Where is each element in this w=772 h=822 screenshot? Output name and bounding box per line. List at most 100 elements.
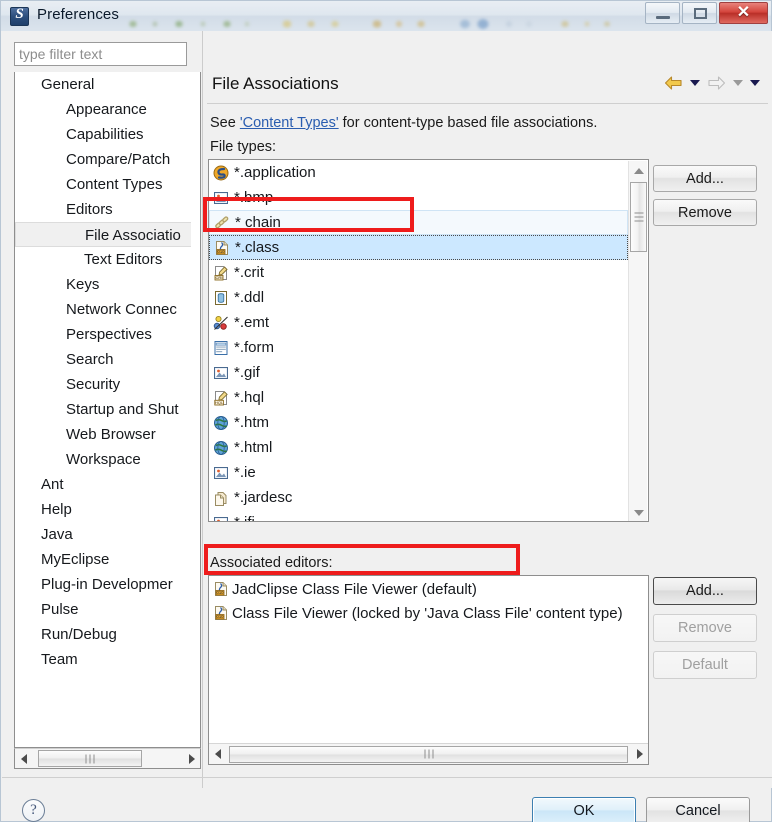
ok-button[interactable]: OK: [532, 797, 636, 822]
sidebar-item-network-connec[interactable]: Network Connec: [15, 297, 200, 322]
sidebar-item-security[interactable]: Security: [15, 372, 200, 397]
editors-horizontal-scrollbar[interactable]: [209, 743, 648, 764]
sidebar-item-startup-and-shut[interactable]: Startup and Shut: [15, 397, 200, 422]
minimize-button[interactable]: [645, 2, 680, 24]
sidebar-item-editors[interactable]: Editors: [15, 197, 200, 222]
sidebar-item-ant[interactable]: Ant: [15, 472, 200, 497]
content-types-link[interactable]: 'Content Types': [240, 115, 339, 131]
sidebar-item-search[interactable]: Search: [15, 347, 200, 372]
default-editor-button: Default: [653, 651, 757, 679]
image-icon: [213, 365, 229, 381]
sidebar-item-team[interactable]: Team: [15, 647, 200, 672]
content-types-description: See 'Content Types' for content-type bas…: [210, 115, 597, 131]
sidebar-item-text-editors[interactable]: Text Editors: [15, 247, 200, 272]
sidebar-item-label: Help: [41, 501, 72, 518]
jar-description-icon: [213, 490, 229, 506]
scroll-right-arrow-icon[interactable]: [183, 749, 200, 768]
add-editor-button[interactable]: Add...: [653, 577, 757, 605]
file-type-row[interactable]: HQL *.hql: [209, 385, 629, 410]
file-types-scroll-thumb[interactable]: [630, 182, 647, 252]
back-dropdown-chevron-down-icon[interactable]: [690, 80, 700, 86]
tree-scroll-thumb[interactable]: [38, 750, 142, 767]
file-type-row[interactable]: *.ie: [209, 460, 629, 485]
back-arrow-icon[interactable]: [664, 75, 683, 91]
sidebar-item-label: Workspace: [66, 451, 141, 468]
dialog-body: General Appearance Capabilities Compare/Pat…: [0, 31, 772, 822]
sidebar-item-label: Startup and Shut: [66, 401, 179, 418]
window-title: Preferences: [37, 6, 119, 23]
close-button[interactable]: ✕: [719, 2, 768, 24]
view-menu-chevron-down-icon[interactable]: [750, 80, 760, 86]
class-file-icon: 010: [214, 240, 230, 256]
sidebar-item-java[interactable]: Java: [15, 522, 200, 547]
sidebar-item-content-types[interactable]: Content Types: [15, 172, 200, 197]
sidebar-item-perspectives[interactable]: Perspectives: [15, 322, 200, 347]
tree-scroll-track[interactable]: [142, 749, 183, 768]
sidebar-item-appearance[interactable]: Appearance: [15, 97, 200, 122]
sidebar-item-file-associatio[interactable]: File Associatio: [15, 222, 191, 247]
remove-file-type-button[interactable]: Remove: [653, 199, 757, 226]
file-type-row[interactable]: *.ddl: [209, 285, 629, 310]
sidebar-item-label: Text Editors: [84, 251, 163, 268]
description-suffix: for content-type based file associations…: [338, 115, 598, 131]
associated-editors-label: Associated editors:: [210, 555, 333, 571]
title-bar: S Preferences ✕: [0, 0, 772, 32]
image-icon: [213, 465, 229, 481]
file-type-label: *.emt: [234, 314, 270, 331]
scroll-left-arrow-icon[interactable]: [15, 749, 32, 768]
file-type-row[interactable]: *.jfi: [209, 510, 629, 521]
associated-editor-row[interactable]: 010 JadClipse Class File Viewer (default): [209, 577, 648, 601]
sidebar-item-compare-patch[interactable]: Compare/Patch: [15, 147, 200, 172]
sidebar-item-help[interactable]: Help: [15, 497, 200, 522]
file-type-row[interactable]: *.emt: [209, 310, 629, 335]
add-file-type-button[interactable]: Add...: [653, 165, 757, 192]
file-type-row[interactable]: * chain: [209, 210, 628, 235]
file-type-row[interactable]: *.form: [209, 335, 629, 360]
sidebar-item-label: Security: [66, 376, 121, 393]
svg-text:CRI: CRI: [216, 275, 223, 280]
sidebar-item-plug-in-developmer[interactable]: Plug-in Developmer: [15, 572, 200, 597]
associated-editor-row[interactable]: 010 Class File Viewer (locked by 'Java Cl…: [209, 601, 648, 625]
file-types-list[interactable]: *.application *.bmp * chain 010 *.class CRI *.…: [208, 159, 649, 522]
file-types-vertical-scrollbar[interactable]: [628, 161, 648, 521]
file-type-row[interactable]: *.htm: [209, 410, 629, 435]
editors-scroll-thumb[interactable]: [229, 745, 628, 763]
file-type-label: *.bmp: [234, 189, 274, 206]
sidebar-item-capabilities[interactable]: Capabilities: [15, 122, 200, 147]
sidebar-item-label: Capabilities: [66, 126, 144, 143]
svg-text:010: 010: [217, 590, 225, 595]
help-icon[interactable]: ?: [22, 799, 45, 822]
file-type-label: *.hql: [234, 389, 265, 406]
scroll-down-arrow-icon[interactable]: [629, 503, 648, 521]
filter-input[interactable]: [14, 42, 187, 66]
sidebar-item-keys[interactable]: Keys: [15, 272, 200, 297]
file-type-row[interactable]: *.gif: [209, 360, 629, 385]
cancel-button[interactable]: Cancel: [646, 797, 750, 822]
associated-editors-list[interactable]: 010 JadClipse Class File Viewer (default)…: [208, 575, 649, 765]
editors-scroll-right-arrow-icon[interactable]: [631, 745, 648, 764]
sidebar-item-general[interactable]: General: [15, 72, 200, 97]
scroll-up-arrow-icon[interactable]: [629, 161, 648, 180]
form-file-icon: [213, 340, 229, 356]
file-type-row[interactable]: 010 *.class: [209, 235, 628, 260]
sidebar-item-label: Plug-in Developmer: [41, 576, 173, 593]
sidebar-item-myeclipse[interactable]: MyEclipse: [15, 547, 200, 572]
file-type-label: *.htm: [234, 414, 270, 431]
maximize-button[interactable]: [682, 2, 717, 24]
file-type-row[interactable]: *.application: [209, 160, 629, 185]
file-type-row[interactable]: *.bmp: [209, 185, 629, 210]
sidebar-item-pulse[interactable]: Pulse: [15, 597, 200, 622]
file-type-row[interactable]: CRI *.crit: [209, 260, 629, 285]
tree-horizontal-scrollbar[interactable]: [14, 748, 201, 769]
sidebar-item-workspace[interactable]: Workspace: [15, 447, 200, 472]
footer-divider: [2, 777, 772, 778]
sidebar-item-label: Compare/Patch: [66, 151, 171, 168]
editors-scroll-left-arrow-icon[interactable]: [209, 745, 226, 764]
sidebar-item-web-browser[interactable]: Web Browser: [15, 422, 200, 447]
preference-tree[interactable]: General Appearance Capabilities Compare/Pat…: [14, 72, 201, 748]
sidebar-item-label: Pulse: [41, 601, 79, 618]
sidebar-item-run-debug[interactable]: Run/Debug: [15, 622, 200, 647]
forward-arrow-icon: [707, 75, 726, 91]
file-type-row[interactable]: *.html: [209, 435, 629, 460]
file-type-row[interactable]: *.jardesc: [209, 485, 629, 510]
